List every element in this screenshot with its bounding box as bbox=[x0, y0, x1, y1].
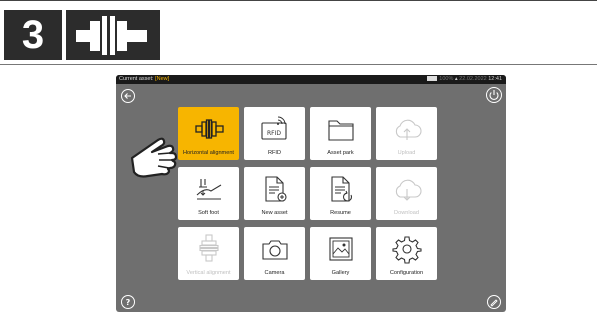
header-divider bbox=[0, 64, 597, 65]
tile-label: Upload bbox=[397, 150, 416, 156]
new-document-icon bbox=[265, 176, 287, 202]
tile-upload[interactable]: Upload bbox=[376, 107, 437, 160]
svg-text:?: ? bbox=[126, 298, 131, 307]
tile-label: Camera bbox=[264, 270, 285, 276]
cloud-download-icon bbox=[395, 179, 422, 201]
signal-icon: ▴ bbox=[454, 76, 458, 82]
tile-configuration[interactable]: Configuration bbox=[376, 227, 437, 280]
coupling-icon bbox=[195, 119, 224, 139]
coupling-icon bbox=[66, 10, 160, 60]
top-border bbox=[0, 0, 597, 1]
current-asset-label: Current asset: bbox=[119, 76, 154, 82]
tile-asset-park[interactable]: Asset park bbox=[310, 107, 371, 160]
tile-label: RFID bbox=[267, 150, 282, 156]
gear-icon bbox=[392, 236, 422, 264]
status-bar: Current asset: [New] 100% ▴ 22.02.2022 1… bbox=[116, 75, 506, 84]
back-button[interactable] bbox=[121, 89, 135, 103]
step-number: 3 bbox=[4, 10, 62, 60]
tile-horizontal-alignment[interactable]: Horizontal alignment bbox=[178, 107, 239, 160]
power-button[interactable] bbox=[486, 87, 502, 103]
tile-soft-foot[interactable]: Soft foot bbox=[178, 167, 239, 220]
battery-icon bbox=[427, 76, 438, 82]
tablet-screen: Current asset: [New] 100% ▴ 22.02.2022 1… bbox=[116, 75, 506, 312]
tile-new-asset[interactable]: New asset bbox=[244, 167, 305, 220]
resume-document-icon bbox=[331, 176, 353, 202]
tile-label: Horizontal alignment bbox=[183, 150, 234, 156]
tile-label: Soft foot bbox=[198, 210, 219, 216]
rfid-icon: RFID bbox=[261, 116, 287, 140]
gallery-icon bbox=[329, 237, 353, 261]
tile-gallery[interactable]: Gallery bbox=[310, 227, 371, 280]
soft-foot-icon bbox=[196, 179, 222, 200]
tile-label: Asset park bbox=[327, 150, 354, 156]
status-date: 22.02.2022 bbox=[459, 76, 487, 82]
cloud-upload-icon bbox=[395, 119, 422, 140]
pointing-hand-icon bbox=[130, 137, 178, 178]
camera-icon bbox=[262, 240, 288, 260]
arrow-left-icon bbox=[124, 93, 131, 99]
pen-icon bbox=[490, 299, 498, 307]
battery-level: 100% bbox=[439, 76, 454, 82]
tile-label: New asset bbox=[261, 210, 288, 216]
folder-icon bbox=[328, 120, 354, 141]
tile-label: Vertical alignment bbox=[186, 270, 231, 276]
help-button[interactable]: ? bbox=[121, 295, 135, 309]
tile-resume[interactable]: Resume bbox=[310, 167, 371, 220]
tile-label: Download bbox=[394, 210, 419, 216]
tile-label: Gallery bbox=[331, 270, 350, 276]
tile-rfid[interactable]: RFID RFID bbox=[244, 107, 305, 160]
vertical-coupling-icon bbox=[199, 234, 219, 262]
svg-text:RFID: RFID bbox=[267, 130, 281, 137]
tile-camera[interactable]: Camera bbox=[244, 227, 305, 280]
tile-label: Configuration bbox=[389, 270, 424, 276]
tile-label: Resume bbox=[330, 210, 351, 216]
edit-button[interactable] bbox=[487, 295, 501, 309]
tile-download[interactable]: Download bbox=[376, 167, 437, 220]
power-icon bbox=[489, 90, 499, 100]
tile-vertical-alignment[interactable]: Vertical alignment bbox=[178, 227, 239, 280]
status-time: 12:41 bbox=[488, 76, 502, 82]
question-icon: ? bbox=[126, 298, 131, 307]
current-asset-value: [New] bbox=[155, 76, 170, 82]
